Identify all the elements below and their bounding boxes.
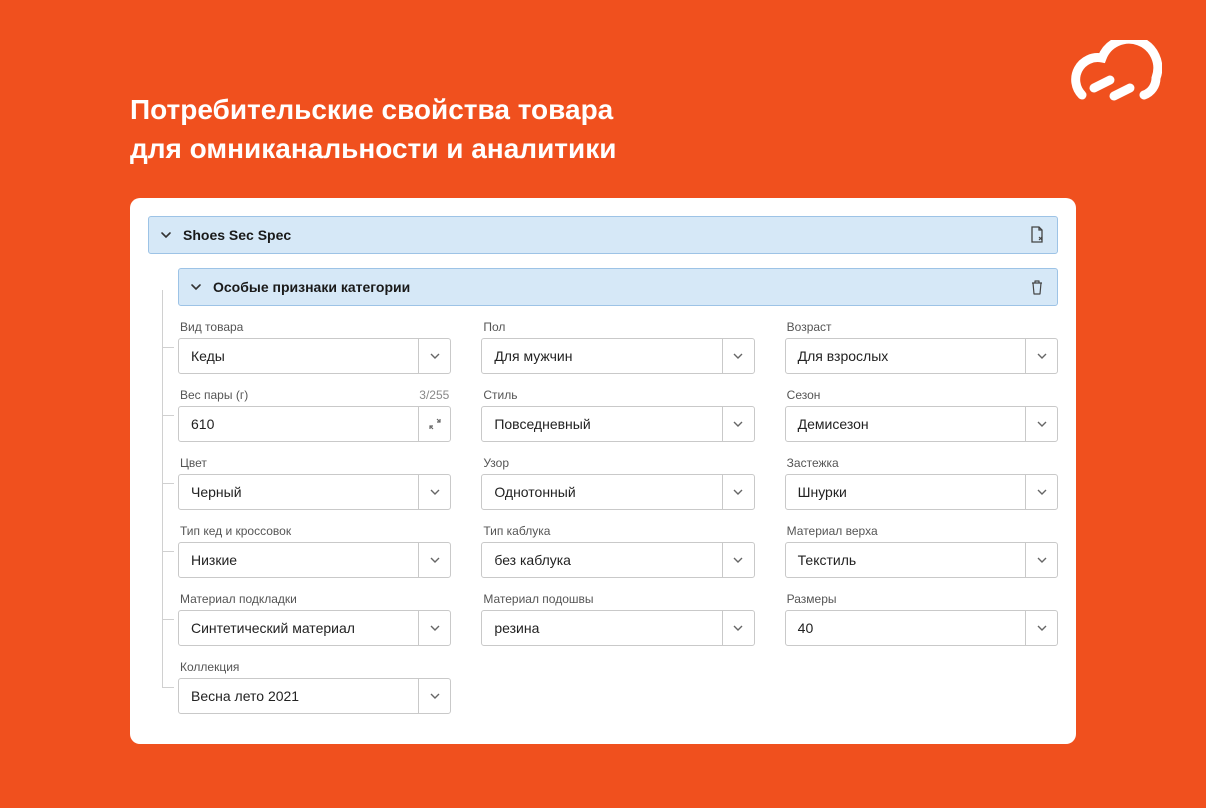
- chevron-down-icon[interactable]: [418, 543, 450, 577]
- chevron-down-icon[interactable]: [722, 543, 754, 577]
- heading-line-2: для омниканальности и аналитики: [130, 129, 616, 168]
- value: Текстиль: [786, 552, 1025, 568]
- chevron-down-icon[interactable]: [1025, 407, 1057, 441]
- value: Для мужчин: [482, 348, 721, 364]
- input-weight[interactable]: 610: [178, 406, 451, 442]
- label: Тип кед и кроссовок: [180, 524, 291, 538]
- label: Пол: [483, 320, 505, 334]
- select-season[interactable]: Демисезон: [785, 406, 1058, 442]
- field-color: Цвет Черный: [178, 456, 451, 510]
- select-fastener[interactable]: Шнурки: [785, 474, 1058, 510]
- fields-grid: Вид товара Кеды Пол Для мужчин Возраст Д…: [178, 320, 1058, 714]
- value: Для взрослых: [786, 348, 1025, 364]
- field-upper-material: Материал верха Текстиль: [785, 524, 1058, 578]
- collapse-icon[interactable]: [418, 407, 450, 441]
- select-age[interactable]: Для взрослых: [785, 338, 1058, 374]
- label: Материал подошвы: [483, 592, 593, 606]
- chevron-down-icon[interactable]: [722, 407, 754, 441]
- chevron-down-icon[interactable]: [1025, 475, 1057, 509]
- label: Узор: [483, 456, 509, 470]
- value: Шнурки: [786, 484, 1025, 500]
- field-pattern: Узор Однотонный: [481, 456, 754, 510]
- label: Возраст: [787, 320, 832, 334]
- chevron-down-icon: [159, 228, 173, 242]
- form-card: Shoes Sec Spec Особые признаки категории…: [130, 198, 1076, 744]
- chevron-down-icon[interactable]: [1025, 543, 1057, 577]
- section-header[interactable]: Shoes Sec Spec: [148, 216, 1058, 254]
- chevron-down-icon[interactable]: [418, 611, 450, 645]
- section-title: Shoes Sec Spec: [183, 227, 291, 243]
- label: Коллекция: [180, 660, 239, 674]
- label: Цвет: [180, 456, 207, 470]
- select-collection[interactable]: Весна лето 2021: [178, 678, 451, 714]
- select-upper-material[interactable]: Текстиль: [785, 542, 1058, 578]
- select-sneaker-type[interactable]: Низкие: [178, 542, 451, 578]
- chevron-down-icon[interactable]: [722, 611, 754, 645]
- field-heel-type: Тип каблука без каблука: [481, 524, 754, 578]
- chevron-down-icon[interactable]: [1025, 339, 1057, 373]
- chevron-down-icon[interactable]: [418, 679, 450, 713]
- chevron-down-icon[interactable]: [1025, 611, 1057, 645]
- field-collection: Коллекция Весна лето 2021: [178, 660, 451, 714]
- value: Повседневный: [482, 416, 721, 432]
- field-style: Стиль Повседневный: [481, 388, 754, 442]
- chevron-down-icon[interactable]: [418, 475, 450, 509]
- field-sneaker-type: Тип кед и кроссовок Низкие: [178, 524, 451, 578]
- heading-line-1: Потребительские свойства товара: [130, 90, 616, 129]
- select-heel-type[interactable]: без каблука: [481, 542, 754, 578]
- value: Черный: [179, 484, 418, 500]
- chevron-down-icon[interactable]: [722, 339, 754, 373]
- label: Размеры: [787, 592, 837, 606]
- page-heading: Потребительские свойства товара для омни…: [130, 90, 616, 168]
- char-counter: 3/255: [419, 388, 449, 402]
- value: Синтетический материал: [179, 620, 418, 636]
- chevron-down-icon[interactable]: [418, 339, 450, 373]
- label: Тип каблука: [483, 524, 550, 538]
- field-lining-material: Материал подкладки Синтетический материа…: [178, 592, 451, 646]
- select-color[interactable]: Черный: [178, 474, 451, 510]
- label: Стиль: [483, 388, 517, 402]
- cloud-logo: [1052, 40, 1162, 115]
- label: Материал верха: [787, 524, 878, 538]
- label: Сезон: [787, 388, 821, 402]
- field-sizes: Размеры 40: [785, 592, 1058, 646]
- select-sizes[interactable]: 40: [785, 610, 1058, 646]
- field-sole-material: Материал подошвы резина: [481, 592, 754, 646]
- value: Кеды: [179, 348, 418, 364]
- select-sole-material[interactable]: резина: [481, 610, 754, 646]
- value: без каблука: [482, 552, 721, 568]
- value: 40: [786, 620, 1025, 636]
- value: Демисезон: [786, 416, 1025, 432]
- chevron-down-icon[interactable]: [722, 475, 754, 509]
- label: Материал подкладки: [180, 592, 297, 606]
- value: Весна лето 2021: [179, 688, 418, 704]
- select-style[interactable]: Повседневный: [481, 406, 754, 442]
- label: Застежка: [787, 456, 839, 470]
- label: Вес пары (г): [180, 388, 248, 402]
- trash-icon[interactable]: [1027, 277, 1047, 297]
- select-lining-material[interactable]: Синтетический материал: [178, 610, 451, 646]
- chevron-down-icon: [189, 280, 203, 294]
- value: 610: [179, 416, 418, 432]
- export-icon[interactable]: [1027, 225, 1047, 245]
- value: резина: [482, 620, 721, 636]
- sub-section-header[interactable]: Особые признаки категории: [178, 268, 1058, 306]
- select-product-type[interactable]: Кеды: [178, 338, 451, 374]
- value: Однотонный: [482, 484, 721, 500]
- field-gender: Пол Для мужчин: [481, 320, 754, 374]
- value: Низкие: [179, 552, 418, 568]
- select-gender[interactable]: Для мужчин: [481, 338, 754, 374]
- label: Вид товара: [180, 320, 243, 334]
- field-fastener: Застежка Шнурки: [785, 456, 1058, 510]
- field-season: Сезон Демисезон: [785, 388, 1058, 442]
- select-pattern[interactable]: Однотонный: [481, 474, 754, 510]
- field-weight: Вес пары (г) 3/255 610: [178, 388, 451, 442]
- field-product-type: Вид товара Кеды: [178, 320, 451, 374]
- field-age: Возраст Для взрослых: [785, 320, 1058, 374]
- sub-section-title: Особые признаки категории: [213, 279, 410, 295]
